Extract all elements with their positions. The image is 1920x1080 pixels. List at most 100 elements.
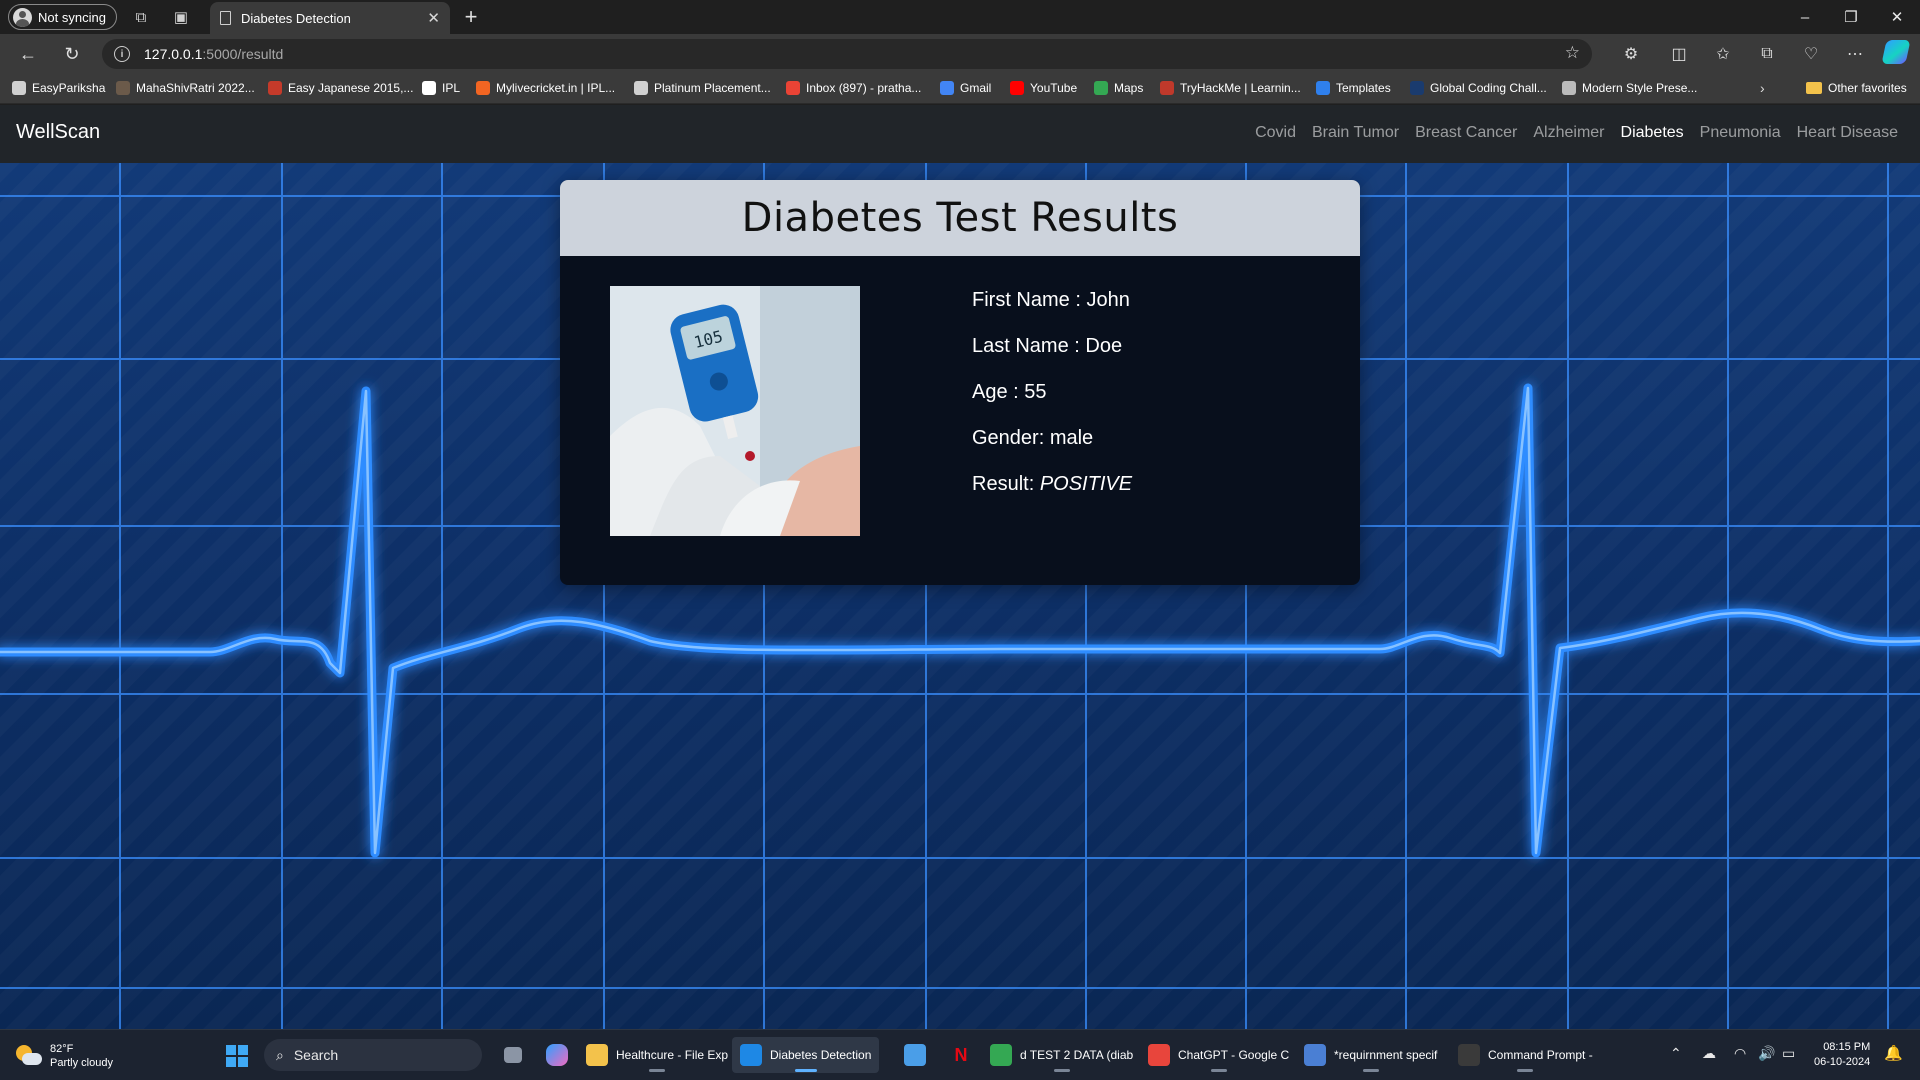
taskbar-search[interactable]: ⌕ Search [264,1039,482,1071]
app-icon [586,1044,608,1066]
task-view-icon[interactable] [496,1037,530,1073]
profile-avatar-icon [13,7,32,27]
bookmark-label: EasyPariksha [32,81,106,95]
nav-link-covid[interactable]: Covid [1255,124,1296,142]
folder-icon [1806,82,1822,94]
notifications-bell-icon[interactable]: 🔔 [1884,1044,1903,1062]
bookmark-item[interactable]: IPL [422,81,460,95]
settings-menu-icon[interactable]: ⋯ [1842,42,1868,66]
bookmark-label: TryHackMe | Learnin... [1180,81,1301,95]
profile-button[interactable]: Not syncing [8,4,117,30]
results-card-header: Diabetes Test Results [560,180,1360,256]
nav-link-diabetes[interactable]: Diabetes [1621,124,1684,142]
system-clock[interactable]: 08:15 PM 06-10-2024 [1814,1040,1870,1070]
taskbar-app[interactable]: *requirnment specif [1296,1037,1445,1073]
site-info-icon[interactable]: i [114,46,130,62]
favorite-star-icon[interactable]: ☆ [1565,43,1580,63]
address-bar[interactable]: i 127.0.0.1:5000/resultd ☆ [102,39,1592,69]
minimize-button[interactable]: – [1782,0,1828,34]
taskbar-app[interactable]: Command Prompt - [1450,1037,1601,1073]
back-button[interactable]: ← [14,41,42,67]
collections-icon[interactable]: ⧉ [1754,42,1780,66]
close-window-button[interactable]: ✕ [1874,0,1920,34]
result-label: Result: [972,473,1040,495]
extensions-icon[interactable]: ⚙ [1618,42,1644,66]
bookmark-label: Templates [1336,81,1391,95]
volume-icon[interactable]: 🔊 [1758,1045,1775,1062]
taskbar-app[interactable]: d TEST 2 DATA (diab [982,1037,1141,1073]
bookmark-item[interactable]: EasyPariksha [12,81,105,95]
bookmark-label: YouTube [1030,81,1078,95]
browser-essentials-icon[interactable]: ♡ [1798,42,1824,66]
bookmark-item[interactable]: Platinum Placement... [634,81,771,95]
weather-condition: Partly cloudy [50,1057,113,1069]
bookmark-item[interactable]: Inbox (897) - pratha... [786,81,921,95]
url-path: :5000/resultd [202,46,284,62]
bookmark-favicon-icon [422,81,436,95]
bookmark-favicon-icon [12,81,26,95]
clock-date: 06-10-2024 [1814,1056,1871,1068]
bookmark-item[interactable]: Maps [1094,81,1143,95]
refresh-button[interactable]: ↻ [58,41,86,67]
bookmark-label: IPL [442,81,461,95]
copilot-taskbar-icon[interactable] [538,1037,576,1073]
bookmark-item[interactable]: Mylivecricket.in | IPL... [476,81,615,95]
new-tab-button[interactable]: + [458,4,484,30]
bookmark-item[interactable]: Easy Japanese 2015,... [268,81,413,95]
nav-link-pneumonia[interactable]: Pneumonia [1700,124,1781,142]
browser-toolbar: ← ↻ i 127.0.0.1:5000/resultd ☆ ⚙ ◫ ✩ ⧉ ♡… [0,34,1920,74]
nav-link-alzheimer[interactable]: Alzheimer [1533,124,1604,142]
bookmark-item[interactable]: MahaShivRatri 2022... [116,81,255,95]
taskbar-app[interactable]: Diabetes Detection [732,1037,880,1073]
windows-taskbar: 82°F Partly cloudy ⌕ Search Healthcure -… [0,1029,1920,1080]
browser-tab-diabetes-detection[interactable]: Diabetes Detection ✕ [210,2,450,34]
bookmark-item[interactable]: Modern Style Prese... [1562,81,1697,95]
tab-actions-icon[interactable]: ▣ [168,4,194,30]
bookmark-item[interactable]: Global Coding Chall... [1410,81,1547,95]
bookmarks-bar: EasyPariksha MahaShivRatri 2022... Easy Ja… [0,74,1920,104]
bookmark-item[interactable]: YouTube [1010,81,1077,95]
windows-start-icon[interactable] [226,1045,248,1067]
wifi-icon[interactable]: ◠ [1734,1045,1746,1062]
nav-link-breast-cancer[interactable]: Breast Cancer [1415,124,1517,142]
show-hidden-icons-chevron-icon[interactable]: ⌃ [1670,1045,1682,1062]
favorites-icon[interactable]: ✩ [1710,42,1736,66]
other-favorites[interactable]: Other favorites [1806,81,1907,95]
site-navbar: WellScan Covid Brain Tumor Breast Cancer Al… [0,105,1920,163]
microsoft-store-icon[interactable] [896,1037,934,1073]
bookmark-label: Gmail [960,81,992,95]
weather-widget[interactable]: 82°F Partly cloudy [16,1042,113,1070]
bookmark-label: Modern Style Prese... [1582,81,1698,95]
brand-logo[interactable]: WellScan [16,121,100,144]
split-screen-icon[interactable]: ◫ [1666,42,1692,66]
cloud-sync-icon[interactable]: ☁ [1702,1045,1716,1062]
bookmark-label: Inbox (897) - pratha... [806,81,922,95]
workspaces-icon[interactable]: ⧉ [128,4,154,30]
bookmark-favicon-icon [1562,81,1576,95]
taskbar-app[interactable]: ChatGPT - Google C [1140,1037,1297,1073]
bookmark-label: Easy Japanese 2015,... [288,81,414,95]
nav-link-brain-tumor[interactable]: Brain Tumor [1312,124,1399,142]
bookmark-favicon-icon [940,81,954,95]
bookmark-label: MahaShivRatri 2022... [136,81,255,95]
bookmark-favicon-icon [1094,81,1108,95]
nav-link-heart-disease[interactable]: Heart Disease [1797,124,1898,142]
gender-field: Gender: male [972,427,1094,449]
close-tab-icon[interactable]: ✕ [427,9,440,27]
taskbar-app[interactable]: Healthcure - File Exp [578,1037,736,1073]
bookmark-item[interactable]: Gmail [940,81,991,95]
netflix-icon[interactable]: N [942,1037,980,1073]
app-icon [740,1044,762,1066]
taskbar-app-label: Diabetes Detection [770,1048,872,1062]
bookmark-item[interactable]: Templates [1316,81,1391,95]
more-bookmarks-chevron-icon[interactable]: › [1760,80,1765,96]
results-card: Diabetes Test Results 105 First Name: J… [560,180,1360,585]
bookmark-item[interactable]: TryHackMe | Learnin... [1160,81,1301,95]
copilot-icon[interactable] [1881,40,1911,64]
restore-button[interactable]: ❐ [1828,0,1874,34]
url-host: 127.0.0.1 [144,46,203,62]
age-field: Age : 55 [972,381,1047,403]
result-value: POSITIVE [1039,473,1133,495]
battery-icon[interactable]: ▭ [1782,1045,1795,1062]
bookmark-label: Mylivecricket.in | IPL... [496,81,616,95]
